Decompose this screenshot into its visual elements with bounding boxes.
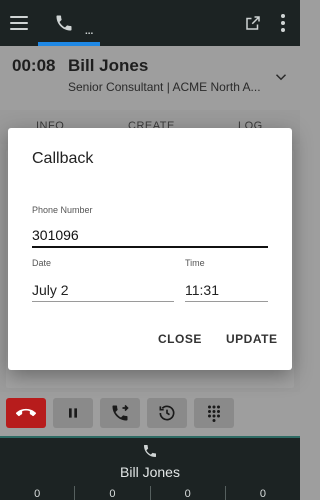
call-end-icon — [16, 408, 36, 417]
hangup-button[interactable] — [6, 398, 46, 428]
dialog-title: Callback — [32, 150, 94, 167]
phone-tab[interactable]: ... — [38, 0, 100, 46]
counter[interactable]: 0 — [75, 486, 151, 500]
chevron-down-icon[interactable] — [272, 68, 290, 86]
time-label: Time — [185, 258, 205, 268]
update-button[interactable]: UPDATE — [226, 332, 277, 346]
hamburger-menu-icon[interactable] — [6, 0, 32, 46]
dialpad-button[interactable] — [194, 398, 234, 428]
counter[interactable]: 0 — [0, 486, 76, 500]
transfer-button[interactable] — [100, 398, 140, 428]
dialpad-icon — [208, 405, 220, 422]
top-app-bar: ... — [0, 0, 300, 46]
time-field[interactable] — [185, 274, 268, 302]
open-in-new-icon[interactable] — [241, 0, 265, 46]
active-call-strip[interactable]: Bill Jones 0 0 0 0 — [0, 436, 300, 500]
phone-number-field[interactable] — [32, 220, 268, 248]
phone-number-label: Phone Number — [32, 205, 93, 215]
contact-name: Bill Jones — [68, 56, 149, 75]
callback-dialog: Callback Phone Number Date Time CLOSE UP… — [8, 128, 292, 370]
date-label: Date — [32, 258, 52, 268]
phone-icon — [56, 15, 72, 31]
tab-more-indicator: ... — [85, 26, 94, 37]
history-button[interactable] — [147, 398, 187, 428]
counter[interactable]: 0 — [151, 486, 226, 500]
hold-button[interactable] — [53, 398, 93, 428]
counter[interactable]: 0 — [226, 486, 300, 500]
date-field[interactable] — [32, 274, 174, 302]
phone-forward-icon — [112, 404, 129, 421]
call-strip-name: Bill Jones — [120, 464, 180, 480]
call-controls — [0, 392, 300, 436]
status-counters: 0 0 0 0 — [0, 486, 300, 500]
pause-icon — [69, 408, 77, 418]
close-button[interactable]: CLOSE — [158, 332, 202, 346]
more-vert-icon[interactable] — [272, 0, 294, 46]
contact-card: 00:08 Bill Jones Senior Consultant | ACM… — [0, 46, 300, 110]
call-duration: 00:08 — [12, 56, 56, 75]
phone-icon — [144, 445, 156, 457]
history-icon — [159, 405, 175, 421]
contact-subtitle: Senior Consultant | ACME North A... — [68, 80, 261, 94]
